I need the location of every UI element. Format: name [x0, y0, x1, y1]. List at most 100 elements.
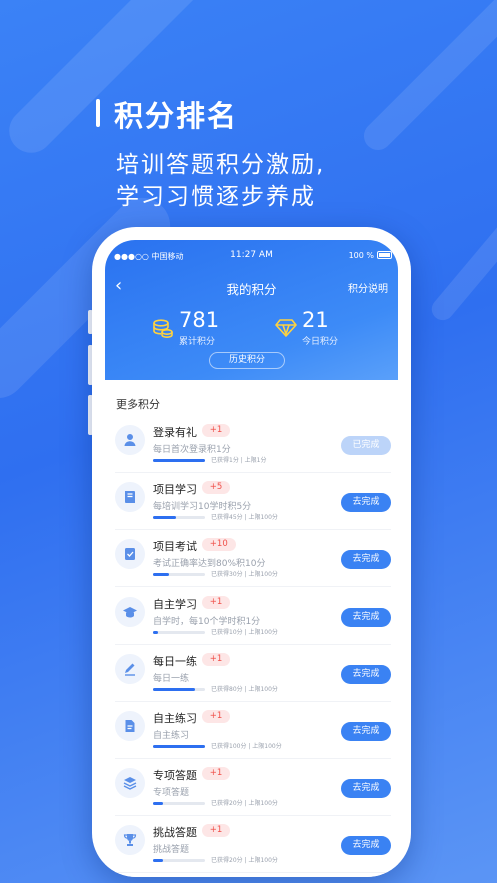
coins-icon: [152, 318, 174, 344]
promo-title: 积分排名: [114, 99, 239, 133]
layers-icon: [123, 777, 137, 790]
task-progress-text: 已获得80分 | 上限100分: [211, 685, 278, 693]
battery-icon: [377, 251, 392, 259]
task-go-complete-button[interactable]: 去完成: [341, 493, 391, 513]
task-description: 自主练习: [153, 731, 190, 741]
task-title: 自主练习: [153, 712, 197, 725]
task-progress-fill: [153, 459, 205, 462]
task-row: 自主练习 +1 自主练习已获得100分 | 上限100分 去完成: [115, 702, 391, 759]
task-icon-badge: [115, 596, 145, 627]
task-progress-bar: [153, 859, 205, 863]
task-progress-fill: [153, 687, 195, 691]
task-title: 项目考试: [153, 540, 197, 554]
background-stripe: [427, 157, 497, 325]
task-points-badge: +1: [201, 767, 231, 781]
task-go-complete-button[interactable]: 去完成: [341, 779, 391, 799]
task-icon-badge: [115, 539, 145, 570]
task-progress-fill: [153, 802, 164, 806]
task-go-complete-button[interactable]: 去完成: [341, 607, 391, 627]
task-description: 考试正确率达到80%积10分: [153, 559, 266, 570]
task-row: 项目考试 +10 考试正确率达到80%积10分 已获得30分 | 上限100分 去完成: [115, 530, 391, 588]
task-progress-text: 已获得100分 | 上限100分: [211, 743, 282, 750]
task-title: 挑战答题: [153, 826, 197, 840]
task-go-complete-button[interactable]: 去完成: [341, 550, 391, 570]
task-description: 每日首次登录积1分: [153, 445, 231, 455]
task-progress-text: 已获得20分 | 上限100分: [211, 800, 278, 808]
task-points-badge: +1: [201, 595, 231, 609]
exam-icon: [125, 548, 135, 561]
total-points-label: 累计积分: [179, 337, 216, 347]
task-progress-text: 已获得1分 | 上限1分: [211, 457, 267, 464]
background-stripe: [0, 0, 300, 162]
task-go-complete-button[interactable]: 去完成: [341, 664, 391, 684]
task-progress-fill: [153, 573, 169, 577]
task-progress-text: 已获得45分 | 上限100分: [211, 514, 278, 522]
task-title: 专项答题: [153, 769, 197, 783]
heading-accent-bar: [96, 99, 100, 127]
task-icon-badge: [115, 768, 145, 799]
pencil-icon: [125, 663, 135, 676]
today-points-label: 今日积分: [302, 337, 339, 347]
status-bar: ●●●○○ 中国移动 11:27 AM 100 %: [105, 249, 398, 263]
task-icon-badge: [115, 653, 145, 684]
user-icon: [124, 434, 136, 446]
document-icon: [125, 720, 135, 732]
task-go-complete-button[interactable]: 去完成: [341, 836, 391, 856]
diamond-icon: [275, 318, 297, 342]
task-progress-bar: [153, 516, 205, 520]
task-progress-bar: [153, 459, 205, 462]
task-progress-bar: [153, 745, 205, 748]
today-points-value: 21: [302, 308, 329, 332]
background-stripe: [358, 0, 497, 156]
phone-mockup: ●●●○○ 中国移动 11:27 AM 100 % ‹ 我的积分 积分说明 78…: [92, 227, 411, 877]
task-progress-fill: [153, 745, 205, 748]
task-progress-fill: [153, 630, 159, 634]
book-icon: [125, 491, 135, 504]
task-points-badge: +1: [201, 652, 231, 666]
task-points-badge: +1: [201, 710, 231, 723]
nav-bar: ‹ 我的积分 积分说明: [105, 276, 398, 298]
more-points-heading: 更多积分: [116, 398, 160, 411]
task-progress-bar: [153, 687, 205, 691]
task-row: 登录有礼 +1 每日首次登录积1分已获得1分 | 上限1分 已完成: [115, 416, 391, 473]
total-points-value: 781: [179, 308, 220, 332]
task-points-badge: +1: [201, 824, 231, 838]
task-progress-text: 已获得10分 | 上限100分: [211, 628, 278, 636]
task-row: 自主学习 +1 自学时，每10个学时积1分 已获得10分 | 上限100分 去完成: [115, 588, 391, 645]
task-progress-bar: [153, 802, 205, 806]
task-title: 登录有礼: [153, 426, 197, 439]
points-header: ●●●○○ 中国移动 11:27 AM 100 % ‹ 我的积分 积分说明 78…: [105, 240, 398, 380]
task-icon-badge: [115, 711, 145, 741]
task-progress-fill: [153, 859, 164, 863]
task-row: 专项答题 +1 专项答题已获得20分 | 上限100分 去完成: [115, 759, 391, 817]
task-points-badge: +10: [201, 538, 236, 552]
task-icon-badge: [115, 425, 145, 455]
task-completed-button: 已完成: [341, 436, 391, 455]
task-description: 每日一练: [153, 673, 190, 684]
task-description: 自学时，每10个学时积1分: [153, 616, 261, 627]
task-progress-bar: [153, 630, 205, 634]
history-points-button[interactable]: 历史积分: [209, 352, 285, 369]
task-points-badge: +1: [201, 424, 231, 437]
task-go-complete-button[interactable]: 去完成: [341, 722, 391, 741]
task-description: 每培训学习10学时积5分: [153, 502, 252, 513]
trophy-icon: [123, 834, 137, 847]
task-title: 每日一练: [153, 654, 197, 668]
task-row: 项目学习 +5 每培训学习10学时积5分 已获得45分 | 上限100分 去完成: [115, 473, 391, 531]
task-icon-badge: [115, 482, 145, 513]
task-description: 专项答题: [153, 788, 190, 799]
task-progress-bar: [153, 573, 205, 577]
task-row: 每日一练 +1 每日一练已获得80分 | 上限100分 去完成: [115, 645, 391, 702]
task-points-badge: +5: [201, 481, 231, 495]
graduation-cap-icon: [123, 606, 137, 618]
task-row: 挑战答题 +1 挑战答题已获得20分 | 上限100分 去完成: [115, 816, 391, 874]
points-rules-link[interactable]: 积分说明: [348, 280, 388, 295]
promo-subtitle-line-2: 学习习惯逐步养成: [116, 184, 316, 210]
phone-screen: ●●●○○ 中国移动 11:27 AM 100 % ‹ 我的积分 积分说明 78…: [105, 240, 398, 877]
task-icon-badge: [115, 825, 145, 856]
task-progress-text: 已获得20分 | 上限100分: [211, 857, 278, 865]
task-title: 项目学习: [153, 483, 197, 497]
task-description: 挑战答题: [153, 845, 190, 856]
task-progress-fill: [153, 516, 177, 520]
task-title: 自主学习: [153, 597, 197, 611]
